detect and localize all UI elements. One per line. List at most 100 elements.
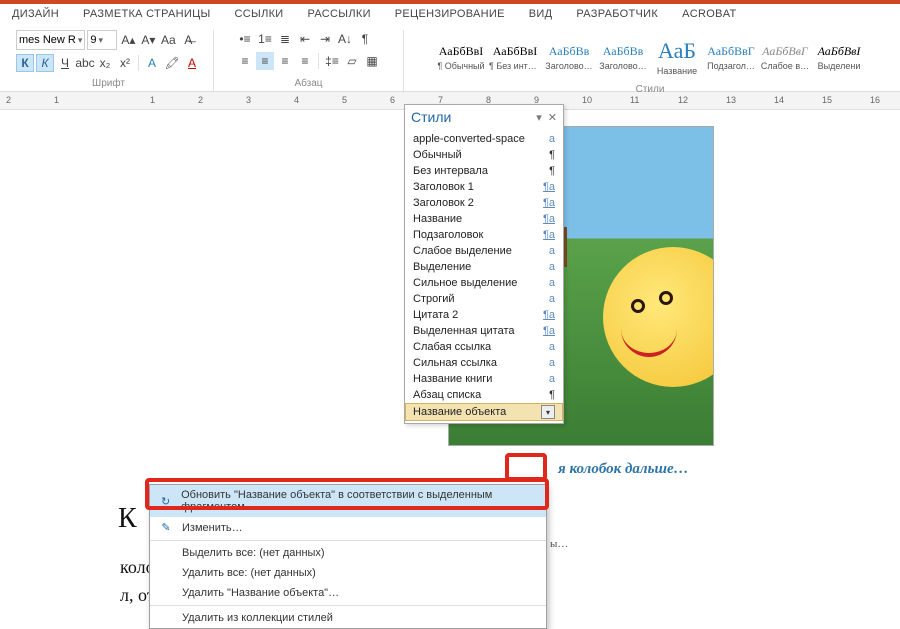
- sort-icon[interactable]: A↓: [336, 30, 354, 48]
- ruler-tick: 10: [582, 95, 592, 105]
- borders-icon[interactable]: ▦: [363, 52, 381, 70]
- bullets-icon[interactable]: •≡: [236, 30, 254, 48]
- group-styles: АаБбВвІ¶ ОбычныйАаБбВвІ¶ Без инте…АаБбВв…: [404, 30, 896, 91]
- style-caption: Выделени: [813, 61, 865, 71]
- font-size-combo[interactable]: 9▾: [87, 30, 117, 50]
- style-name: apple-converted-space: [413, 133, 525, 145]
- tab-developer[interactable]: РАЗРАБОТЧИК: [576, 8, 658, 20]
- style-row[interactable]: Абзац списка¶: [405, 387, 563, 403]
- style-preview: АаБбВвІ: [818, 44, 861, 59]
- style-row[interactable]: Обычный¶: [405, 147, 563, 163]
- align-left-icon[interactable]: ≡: [236, 52, 254, 70]
- bold-icon[interactable]: К: [16, 54, 34, 72]
- tab-view[interactable]: ВИД: [529, 8, 553, 20]
- pane-options-icon[interactable]: ▾: [536, 111, 542, 124]
- style-row[interactable]: Выделение a: [405, 259, 563, 275]
- ruler-tick: 13: [726, 95, 736, 105]
- font-name-combo[interactable]: mes New R▾: [16, 30, 85, 50]
- align-right-icon[interactable]: ≡: [276, 52, 294, 70]
- style-name: Сильное выделение: [413, 277, 517, 289]
- style-symbol: ¶a: [543, 213, 555, 225]
- style-caption: Подзагол…: [705, 61, 757, 71]
- style-name: Слабая ссылка: [413, 341, 491, 353]
- style-row[interactable]: Слабая ссылкаa: [405, 339, 563, 355]
- style-caption: ¶ Обычный: [435, 61, 487, 71]
- style-name: Название: [413, 213, 462, 225]
- style-row[interactable]: Слабое выделениеa: [405, 243, 563, 259]
- menu-label: Удалить из коллекции стилей: [182, 612, 333, 624]
- style-thumb[interactable]: АаБбВвЗаголово…: [543, 30, 595, 84]
- style-row[interactable]: Выделенная цитата¶a: [405, 323, 563, 339]
- grow-font-icon[interactable]: A▴: [119, 31, 137, 49]
- style-row[interactable]: Заголовок 2 ¶a: [405, 195, 563, 211]
- tab-review[interactable]: РЕЦЕНЗИРОВАНИЕ: [395, 8, 505, 20]
- menu-label: Выделить все: (нет данных): [182, 547, 325, 559]
- group-paragraph: •≡ 1≡ ≣ ⇤ ⇥ A↓ ¶ ≡ ≡ ≡ ≡ ‡≡ ▱ ▦ Абзац: [214, 30, 404, 91]
- style-symbol: ¶a: [543, 197, 555, 209]
- superscript-icon[interactable]: x²: [116, 54, 134, 72]
- styles-gallery[interactable]: АаБбВвІ¶ ОбычныйАаБбВвІ¶ Без инте…АаБбВв…: [435, 30, 865, 84]
- shrink-font-icon[interactable]: A▾: [139, 31, 157, 49]
- style-row[interactable]: Название объекта▾: [405, 403, 563, 421]
- style-thumb[interactable]: АаБбВвГПодзагол…: [705, 30, 757, 84]
- style-thumb[interactable]: АаБбВвГСлабое в…: [759, 30, 811, 84]
- tab-mailings[interactable]: РАССЫЛКИ: [308, 8, 371, 20]
- dedent-icon[interactable]: ⇤: [296, 30, 314, 48]
- style-thumb[interactable]: АаБбВвІ¶ Без инте…: [489, 30, 541, 84]
- style-preview: АаБбВв: [603, 44, 644, 59]
- style-preview: АаБбВвІ: [493, 44, 538, 59]
- style-row[interactable]: Название ¶a: [405, 211, 563, 227]
- tab-references[interactable]: ССЫЛКИ: [235, 8, 284, 20]
- tab-design[interactable]: ДИЗАЙН: [12, 8, 59, 20]
- style-row[interactable]: Цитата 2¶a: [405, 307, 563, 323]
- callout-box-dropdown: [505, 453, 547, 481]
- highlight-icon[interactable]: 🖍: [163, 54, 181, 72]
- strike-icon[interactable]: abc: [76, 54, 94, 72]
- style-thumb[interactable]: АаБбВвІ¶ Обычный: [435, 30, 487, 84]
- close-icon[interactable]: ✕: [548, 111, 557, 124]
- style-row[interactable]: Сильная ссылкаa: [405, 355, 563, 371]
- font-color-icon[interactable]: A: [183, 54, 201, 72]
- italic-icon[interactable]: К: [36, 54, 54, 72]
- object-caption: я колобок дальше…: [558, 461, 689, 478]
- menu-item[interactable]: ✎Изменить…: [150, 517, 546, 538]
- numbering-icon[interactable]: 1≡: [256, 30, 274, 48]
- style-name: Выделение: [413, 261, 471, 273]
- style-thumb[interactable]: АаБбВвЗаголово…: [597, 30, 649, 84]
- style-thumb[interactable]: АаБНазвание: [651, 30, 703, 84]
- multilevel-icon[interactable]: ≣: [276, 30, 294, 48]
- style-name: Заголовок 2: [413, 197, 474, 209]
- styles-pane: Стили ▾✕ apple-converted-spaceaОбычный¶Б…: [404, 104, 564, 424]
- align-center-icon[interactable]: ≡: [256, 52, 274, 70]
- style-row[interactable]: Сильное выделениеa: [405, 275, 563, 291]
- style-row[interactable]: apple-converted-spacea: [405, 131, 563, 147]
- line-spacing-icon[interactable]: ‡≡: [323, 52, 341, 70]
- style-row[interactable]: Без интервала¶: [405, 163, 563, 179]
- change-case-icon[interactable]: Aa: [159, 31, 177, 49]
- text-effects-icon[interactable]: A: [143, 54, 161, 72]
- style-row[interactable]: Заголовок 1¶a: [405, 179, 563, 195]
- style-dropdown-icon[interactable]: ▾: [541, 405, 555, 419]
- pilcrow-icon[interactable]: ¶: [356, 30, 374, 48]
- style-thumb[interactable]: АаБбВвІ Выделени: [813, 30, 865, 84]
- justify-icon[interactable]: ≡: [296, 52, 314, 70]
- style-name: Абзац списка: [413, 389, 481, 401]
- underline-icon[interactable]: Ч: [56, 54, 74, 72]
- ruler-tick: 4: [294, 95, 299, 105]
- shading-icon[interactable]: ▱: [343, 52, 361, 70]
- menu-item[interactable]: Выделить все: (нет данных): [150, 543, 546, 563]
- indent-icon[interactable]: ⇥: [316, 30, 334, 48]
- menu-item[interactable]: Удалить "Название объекта"…: [150, 583, 546, 603]
- menu-item[interactable]: Удалить из коллекции стилей: [150, 608, 546, 628]
- style-row[interactable]: Название книгиa: [405, 371, 563, 387]
- style-row[interactable]: Подзаголовок¶a: [405, 227, 563, 243]
- clear-format-icon[interactable]: A̶: [179, 31, 197, 49]
- chevron-down-icon: ▾: [99, 35, 104, 46]
- underlay-text: ы…: [550, 538, 568, 550]
- subscript-icon[interactable]: x₂: [96, 54, 114, 72]
- menu-item[interactable]: Удалить все: (нет данных): [150, 563, 546, 583]
- style-row[interactable]: Строгийa: [405, 291, 563, 307]
- tab-layout[interactable]: РАЗМЕТКА СТРАНИЦЫ: [83, 8, 211, 20]
- tab-acrobat[interactable]: ACROBAT: [682, 8, 736, 20]
- style-symbol: a: [549, 261, 555, 273]
